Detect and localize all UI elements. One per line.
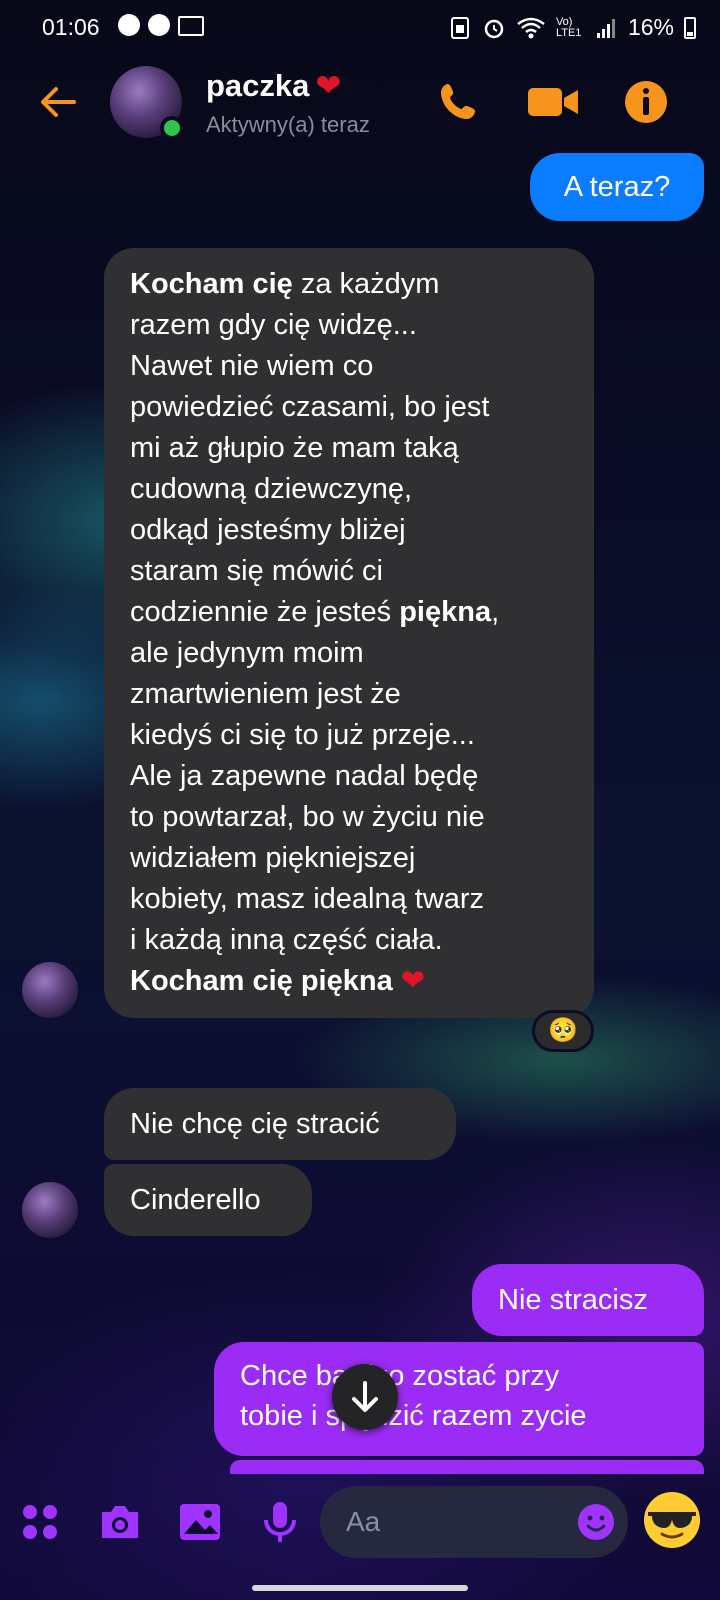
gallery-button[interactable] — [176, 1498, 224, 1546]
message-line: kobiety, masz idealną twarz — [130, 883, 485, 915]
four-dots-icon — [23, 1505, 57, 1539]
heart-emoji: ❤ — [315, 68, 342, 103]
signal-icon — [596, 18, 615, 38]
message-line: Kocham cię za każdym — [130, 268, 440, 300]
video-call-button[interactable] — [526, 78, 580, 126]
message-line: zmartwieniem jest że — [130, 678, 401, 710]
incoming-message[interactable]: Kocham cię za każdym razem gdy cię widzę… — [104, 248, 594, 1018]
voice-call-button[interactable] — [434, 78, 482, 126]
contact-active-status: Aktywny(a) teraz — [206, 112, 370, 137]
image-icon — [180, 1504, 220, 1540]
emoji-picker-button[interactable] — [576, 1502, 616, 1542]
message-line: staram się mówić ci — [130, 555, 383, 587]
messenger-icon — [148, 14, 170, 36]
chat-header: paczka ❤ Aktywny(a) teraz — [0, 56, 720, 152]
message-reaction[interactable]: 🥺 — [532, 1010, 594, 1052]
message-line: cudowną dziewczynę, — [130, 473, 413, 505]
lte-label: Vo) LTE1 — [555, 15, 582, 39]
arrow-down-icon — [352, 1381, 378, 1412]
message-line: Kocham cię piękna ❤ — [130, 965, 426, 997]
incoming-message[interactable]: Nie chcę cię stracić — [104, 1088, 456, 1160]
status-right: Vo) LTE1 16% — [448, 14, 696, 41]
arrow-left-icon — [41, 87, 76, 117]
message-line: widziałem piękniejszej — [130, 842, 416, 874]
message-line: ale jedynym moim — [130, 637, 364, 669]
video-camera-icon — [528, 88, 578, 116]
home-indicator[interactable] — [252, 1585, 468, 1591]
message-line: odkąd jesteśmy bliżej — [130, 514, 406, 546]
back-button[interactable] — [34, 78, 82, 126]
incoming-message[interactable]: Cinderello — [104, 1164, 312, 1236]
sunglasses-emoji-icon — [644, 1492, 700, 1548]
quick-reaction-button[interactable] — [640, 1488, 704, 1552]
outgoing-message[interactable]: Nie stracisz — [472, 1264, 704, 1336]
notification-icons — [118, 14, 204, 36]
message-line: mi aż głupio że mam taką — [130, 432, 459, 464]
contact-name[interactable]: paczka ❤ — [206, 68, 341, 104]
battery-icon — [684, 16, 696, 39]
heart-emoji: ❤ — [400, 965, 426, 997]
outgoing-message[interactable]: A teraz? — [530, 153, 704, 221]
message-line: razem gdy cię widzę... — [130, 309, 417, 341]
outgoing-message[interactable]: Chce bardzo zostać przy tobie i spędzić … — [214, 1342, 704, 1456]
phone-icon — [441, 84, 475, 119]
message-line: tobie i spędzić razem zycie — [240, 1400, 587, 1432]
messenger-icon — [118, 14, 140, 36]
smiley-icon — [578, 1504, 614, 1540]
scroll-to-bottom-button[interactable] — [332, 1364, 398, 1430]
status-bar: 01:06 Vo) LTE1 16% — [0, 0, 720, 56]
message-composer — [0, 1476, 720, 1572]
sender-avatar[interactable] — [22, 1182, 78, 1238]
sender-avatar[interactable] — [22, 962, 78, 1018]
microphone-icon — [264, 1502, 296, 1542]
camera-button[interactable] — [96, 1498, 144, 1546]
battery-percent: 16% — [627, 14, 674, 40]
voice-message-button[interactable] — [256, 1498, 304, 1546]
message-line: codziennie że jesteś piękna, — [130, 596, 500, 628]
sim-icon — [450, 16, 469, 39]
alarm-icon — [484, 19, 504, 38]
more-actions-button[interactable] — [16, 1498, 64, 1546]
message-line: i każdą inną część ciała. — [130, 924, 443, 956]
info-icon — [625, 81, 667, 123]
wifi-icon — [517, 17, 545, 38]
camera-icon — [102, 1506, 138, 1538]
status-time: 01:06 — [42, 14, 100, 40]
info-button[interactable] — [622, 78, 670, 126]
outgoing-message-partial[interactable] — [230, 1460, 704, 1474]
message-line: Ale ja zapewne nadal będę — [130, 760, 479, 792]
online-indicator — [160, 116, 184, 140]
message-line: to powtarzał, bo w życiu nie — [130, 801, 485, 833]
message-line: powiedzieć czasami, bo jest — [130, 391, 490, 423]
message-line: kiedyś ci się to już przeje... — [130, 719, 475, 751]
gmail-icon — [178, 16, 204, 36]
message-line: Chce bardzo zostać przy — [240, 1360, 560, 1392]
message-line: Nawet nie wiem co — [130, 350, 374, 382]
